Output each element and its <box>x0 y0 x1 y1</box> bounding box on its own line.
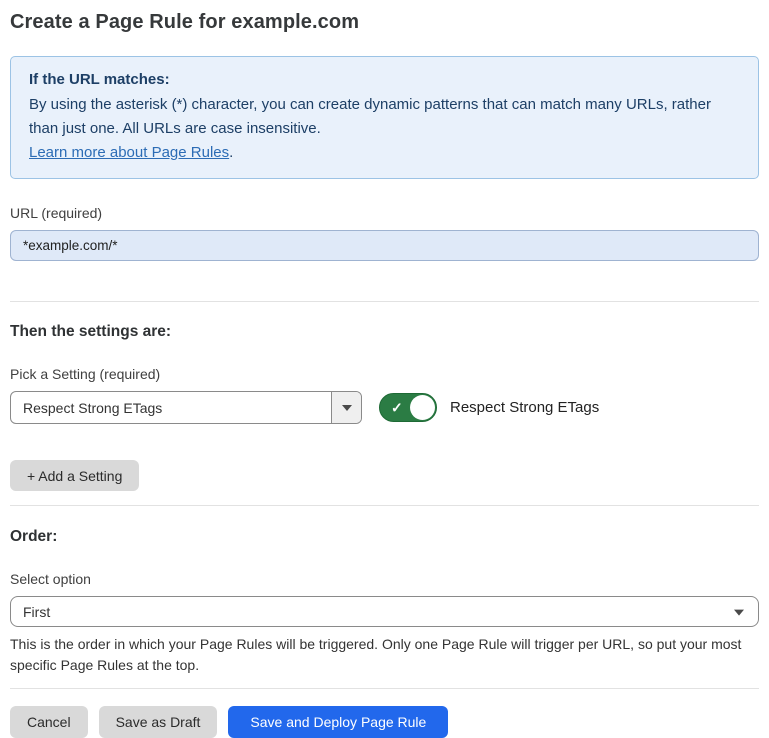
link-period: . <box>229 144 233 161</box>
setting-row: Respect Strong ETags ✓ Respect Strong ET… <box>10 391 759 424</box>
settings-section-heading: Then the settings are: <box>10 323 759 341</box>
add-setting-button[interactable]: + Add a Setting <box>10 460 139 491</box>
order-select-value: First <box>23 604 50 620</box>
chevron-down-icon <box>342 405 352 411</box>
url-input[interactable] <box>10 230 759 261</box>
setting-select[interactable]: Respect Strong ETags <box>10 391 362 424</box>
section-divider <box>10 505 759 506</box>
chevron-down-icon <box>734 609 744 615</box>
check-icon: ✓ <box>391 400 403 414</box>
setting-select-value: Respect Strong ETags <box>11 392 331 423</box>
url-field-label: URL (required) <box>10 205 759 221</box>
info-box-link-line: Learn more about Page Rules. <box>29 141 740 165</box>
setting-toggle[interactable]: ✓ <box>379 393 437 422</box>
url-match-info-box: If the URL matches: By using the asteris… <box>10 56 759 179</box>
order-select[interactable]: First <box>10 596 759 627</box>
learn-more-link[interactable]: Learn more about Page Rules <box>29 144 229 161</box>
setting-toggle-label: Respect Strong ETags <box>450 399 599 416</box>
pick-setting-label: Pick a Setting (required) <box>10 366 759 382</box>
toggle-knob <box>410 395 435 420</box>
footer-divider <box>10 688 759 689</box>
order-section-heading: Order: <box>10 528 759 546</box>
setting-toggle-group: ✓ Respect Strong ETags <box>379 393 599 422</box>
cancel-button[interactable]: Cancel <box>10 706 88 738</box>
footer-actions: Cancel Save as Draft Save and Deploy Pag… <box>10 706 759 738</box>
order-select-label: Select option <box>10 571 759 587</box>
save-and-deploy-button[interactable]: Save and Deploy Page Rule <box>228 706 448 738</box>
page-title: Create a Page Rule for example.com <box>10 11 759 34</box>
info-box-heading: If the URL matches: <box>29 68 740 92</box>
save-as-draft-button[interactable]: Save as Draft <box>99 706 218 738</box>
info-box-body: By using the asterisk (*) character, you… <box>29 93 740 141</box>
setting-select-arrow-button[interactable] <box>331 392 361 423</box>
order-help-text: This is the order in which your Page Rul… <box>10 634 755 676</box>
section-divider <box>10 301 759 302</box>
